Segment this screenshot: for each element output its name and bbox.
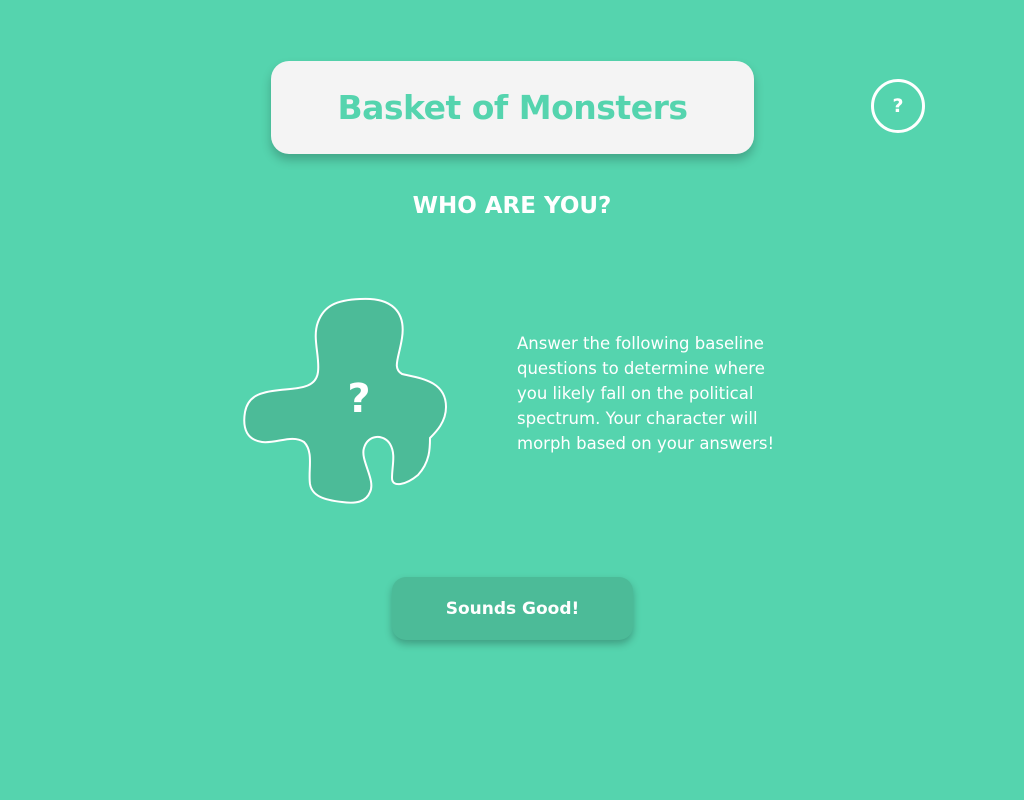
mystery-monster-icon: ?	[243, 297, 448, 504]
intro-description: Answer the following baseline questions …	[517, 334, 775, 453]
sounds-good-button[interactable]: Sounds Good!	[392, 577, 633, 640]
title-card: Basket of Monsters	[271, 61, 754, 154]
help-button[interactable]: ?	[871, 79, 925, 133]
intro-screen: Basket of Monsters ? WHO ARE YOU? ? Answ…	[0, 0, 1024, 800]
question-mark-icon: ?	[892, 95, 904, 117]
sounds-good-label: Sounds Good!	[445, 598, 580, 619]
page-heading: WHO ARE YOU?	[412, 193, 612, 219]
app-title: Basket of Monsters	[337, 88, 688, 127]
question-mark-glyph: ?	[347, 376, 370, 422]
character-placeholder: ?	[240, 292, 452, 506]
